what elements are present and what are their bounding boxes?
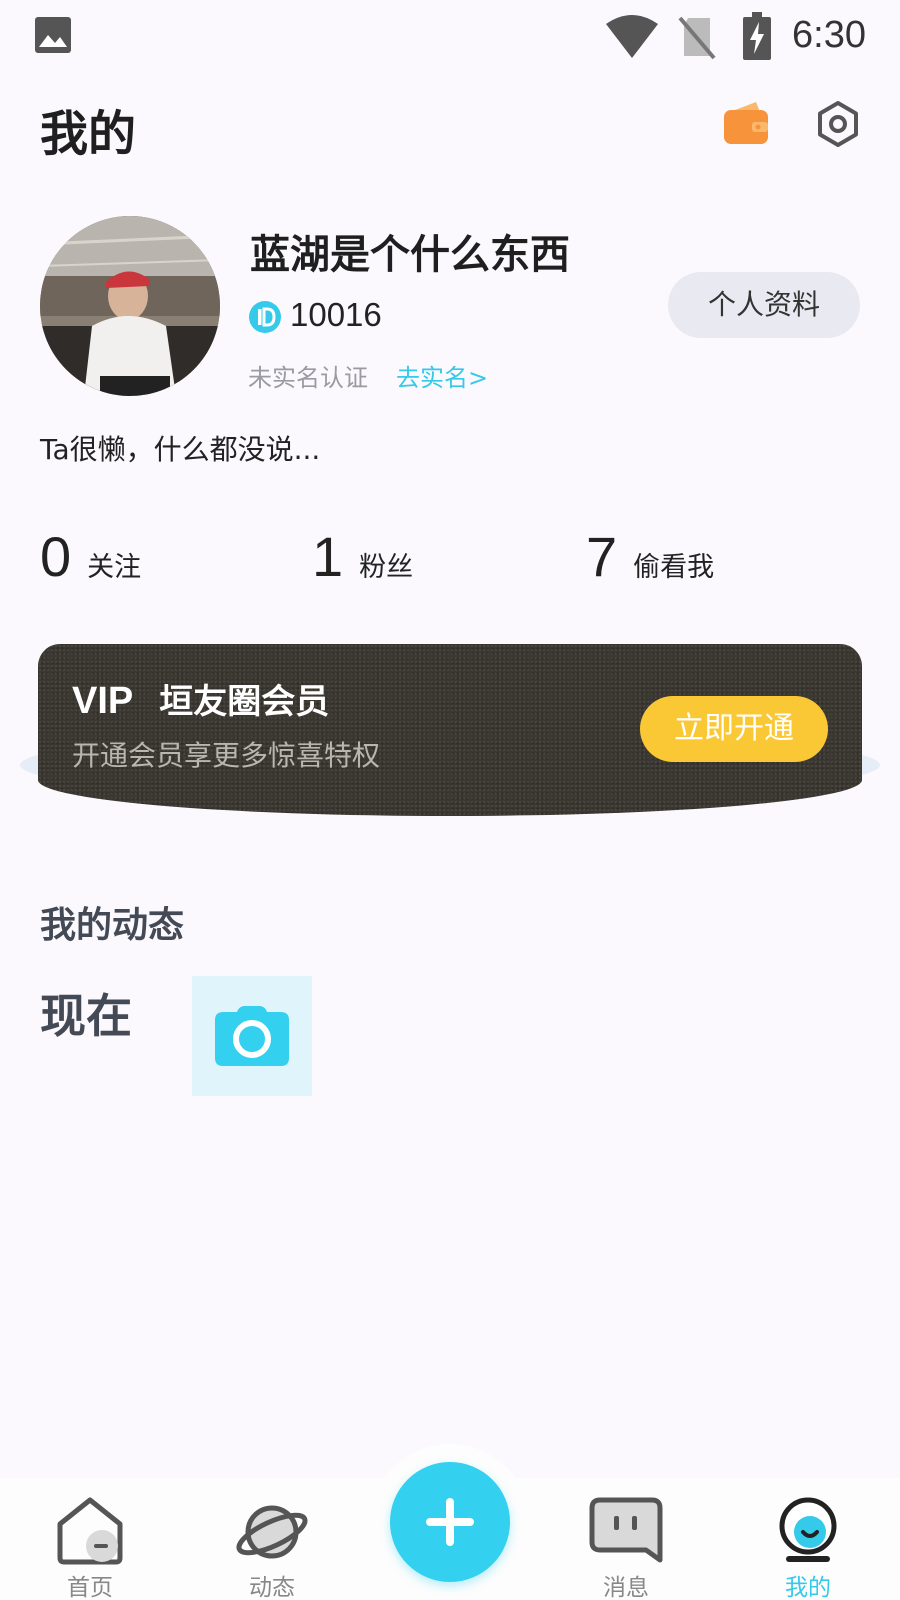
vip-card[interactable]: VIP 垣友圈会员 开通会员享更多惊喜特权 立即开通: [38, 644, 862, 816]
message-icon: [589, 1497, 663, 1563]
id-badge-icon: [249, 301, 281, 333]
vip-activate-button[interactable]: 立即开通: [640, 696, 828, 762]
stat-value: 1: [312, 525, 344, 588]
wifi-icon: [606, 15, 658, 58]
user-id-number: 10016: [290, 296, 382, 333]
camera-icon: [215, 1006, 289, 1066]
vip-title-row: VIP 垣友圈会员: [72, 674, 329, 723]
page-title: 我的: [40, 106, 137, 162]
plus-icon: [426, 1498, 474, 1546]
profile-info-button[interactable]: 个人资料: [668, 272, 860, 338]
no-sim-icon: [678, 16, 716, 60]
nav-label: 我的: [785, 1575, 831, 1600]
stat-label: 粉丝: [359, 552, 414, 583]
post-date-label: 现在: [40, 989, 132, 1043]
stat-label: 偷看我: [633, 552, 715, 583]
nav-label: 动态: [249, 1575, 295, 1600]
nav-item-messages[interactable]: 消息: [566, 1492, 686, 1600]
profile-face-icon: [779, 1497, 837, 1562]
avatar[interactable]: [40, 216, 220, 396]
nav-label: 首页: [67, 1575, 113, 1600]
vip-label: VIP: [72, 680, 134, 722]
nav-item-feed[interactable]: 动态: [212, 1492, 332, 1600]
vip-subtitle: 开通会员享更多惊喜特权: [72, 739, 381, 772]
home-icon: [57, 1497, 123, 1565]
avatar-photo: [40, 216, 220, 396]
verify-link[interactable]: 去实名>: [396, 358, 488, 393]
verify-status: 未实名认证: [248, 364, 368, 392]
status-bar: 6:30: [0, 0, 900, 76]
vip-name: 垣友圈会员: [159, 682, 330, 722]
create-post-button[interactable]: [390, 1462, 510, 1582]
planet-icon: [236, 1505, 308, 1559]
nav-label: 消息: [603, 1575, 649, 1600]
stat-value: 0: [40, 525, 72, 588]
wallet-icon[interactable]: [722, 100, 770, 148]
battery-charging-icon: [743, 12, 771, 60]
gallery-icon: [35, 17, 71, 53]
stat-visitors[interactable]: 7 偷看我: [586, 524, 714, 590]
status-time: 6:30: [792, 14, 866, 56]
user-bio: Ta很懒，什么都没说...: [40, 433, 321, 466]
stat-fans[interactable]: 1 粉丝: [312, 524, 413, 590]
section-title-my-posts: 我的动态: [40, 905, 185, 946]
username: 蓝湖是个什么东西: [250, 232, 570, 278]
stat-label: 关注: [87, 552, 142, 583]
nav-item-home[interactable]: 首页: [30, 1492, 150, 1600]
stat-following[interactable]: 0 关注: [40, 524, 141, 590]
nav-item-me[interactable]: 我的: [748, 1492, 868, 1600]
settings-icon[interactable]: [814, 100, 862, 148]
add-photo-button[interactable]: [192, 976, 312, 1096]
stat-value: 7: [586, 525, 618, 588]
